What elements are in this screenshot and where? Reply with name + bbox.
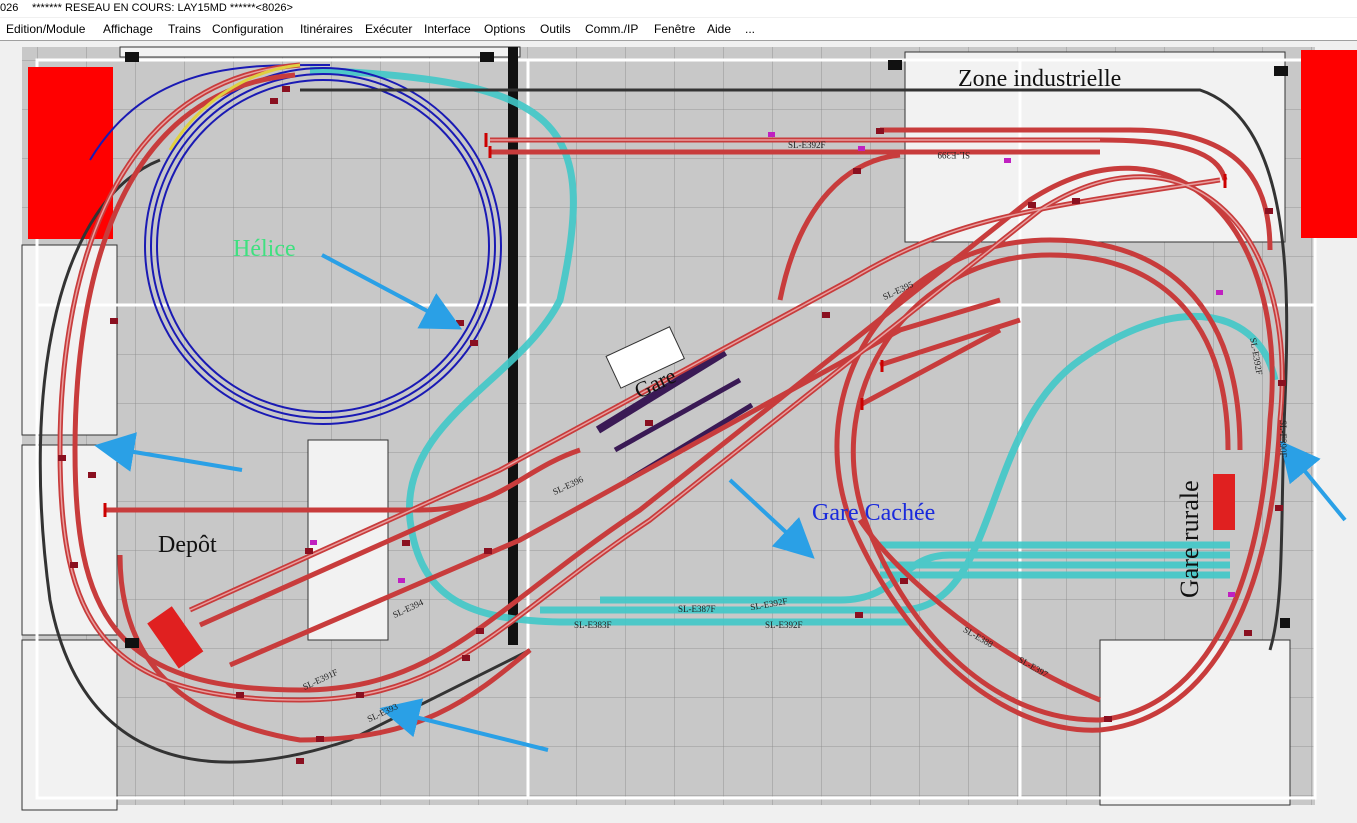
divider-wall xyxy=(508,47,518,645)
menu-outils[interactable]: Outils xyxy=(540,18,571,40)
track-label: SL-E399 xyxy=(937,150,970,160)
menu-trains[interactable]: Trains xyxy=(168,18,201,40)
track-plan[interactable]: SL-E392F SL-E399 SL-E392F SL-E387F SL-E3… xyxy=(0,41,1357,818)
track-label: SL-E387F xyxy=(678,604,716,614)
menu-aide[interactable]: Aide xyxy=(707,18,731,40)
menu-executer[interactable]: Exécuter xyxy=(365,18,412,40)
menu-options[interactable]: Options xyxy=(484,18,525,40)
menu-comm-ip[interactable]: Comm./IP xyxy=(585,18,638,40)
track-label: SL-E390F xyxy=(1278,420,1288,458)
title-prefix: 026 xyxy=(0,2,19,14)
menu-bar: Edition/Module Affichage Trains Configur… xyxy=(0,18,1357,40)
title-bar: 026 ******* RESEAU EN COURS: LAY15MD ***… xyxy=(0,0,1357,17)
menu-affichage[interactable]: Affichage xyxy=(103,18,153,40)
layout-canvas[interactable]: SL-E392F SL-E399 SL-E392F SL-E387F SL-E3… xyxy=(0,41,1357,818)
label-depot: Depôt xyxy=(158,532,217,558)
menu-fenetre[interactable]: Fenêtre xyxy=(654,18,695,40)
menu-interface[interactable]: Interface xyxy=(424,18,471,40)
track-label: SL-E392F xyxy=(788,140,826,150)
track-label: SL-E383F xyxy=(574,620,612,630)
label-gare-cachee: Gare Cachée xyxy=(812,500,935,526)
label-helice: Hélice xyxy=(233,236,296,262)
building-right xyxy=(1301,50,1357,238)
label-zone-industrielle: Zone industrielle xyxy=(958,66,1121,92)
window-title: ******* RESEAU EN COURS: LAY15MD ******<… xyxy=(32,2,293,14)
label-gare-rurale: Gare rurale xyxy=(1175,480,1204,598)
building-gare-rurale xyxy=(1213,474,1235,530)
menu-edition-module[interactable]: Edition/Module xyxy=(6,18,85,40)
track-label: SL-E392F xyxy=(765,620,803,630)
menu-itineraires[interactable]: Itinéraires xyxy=(300,18,353,40)
menu-configuration[interactable]: Configuration xyxy=(212,18,283,40)
menu-more[interactable]: ... xyxy=(745,18,755,40)
